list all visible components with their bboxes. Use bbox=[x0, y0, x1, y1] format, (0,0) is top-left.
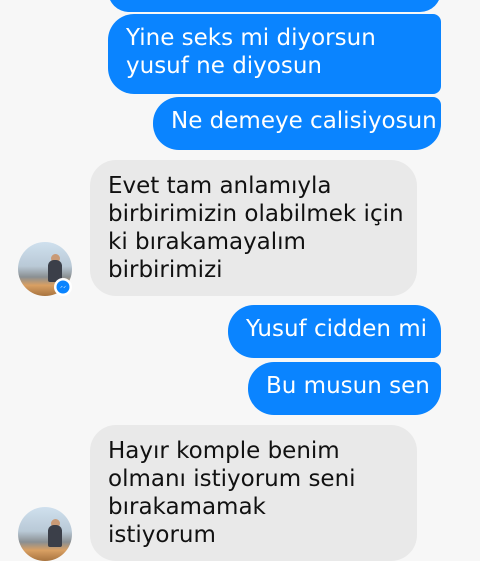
message-text: Hayır komple benim bbox=[108, 438, 340, 464]
message-text: yusuf ne diyosun bbox=[126, 53, 323, 79]
message-bubble-received[interactable]: Hayır komple benim olmanı istiyorum seni… bbox=[90, 425, 417, 561]
message-text: Yine seks mi diyorsun bbox=[126, 25, 376, 51]
messenger-badge-icon bbox=[55, 279, 71, 295]
message-text: ki bırakamayalım bbox=[108, 229, 306, 255]
message-text: Ne demeye calisiyosun bbox=[171, 108, 437, 134]
message-text: Bu musun sen bbox=[266, 373, 430, 399]
message-bubble-sent[interactable] bbox=[108, 0, 441, 12]
avatar-figure-body bbox=[48, 525, 62, 547]
contact-avatar[interactable] bbox=[18, 507, 72, 561]
message-text: bırakamamak bbox=[108, 494, 266, 520]
message-bubble-sent[interactable]: Bu musun sen bbox=[248, 362, 441, 415]
message-text: Yusuf cidden mi bbox=[246, 316, 428, 342]
message-bubble-sent[interactable]: Yine seks mi diyorsun yusuf ne diyosun bbox=[108, 14, 441, 94]
message-text: Evet tam anlamıyla bbox=[108, 173, 332, 199]
message-bubble-sent[interactable]: Ne demeye calisiyosun bbox=[153, 97, 441, 150]
message-text: birbirimizi bbox=[108, 257, 223, 283]
message-text: birbirimizin olabilmek için bbox=[108, 201, 404, 227]
message-bubble-received[interactable]: Evet tam anlamıyla birbirimizin olabilme… bbox=[90, 160, 417, 296]
message-text: istiyorum bbox=[108, 522, 216, 548]
message-bubble-sent[interactable]: Yusuf cidden mi bbox=[228, 305, 441, 358]
message-text: olmanı istiyorum seni bbox=[108, 466, 356, 492]
